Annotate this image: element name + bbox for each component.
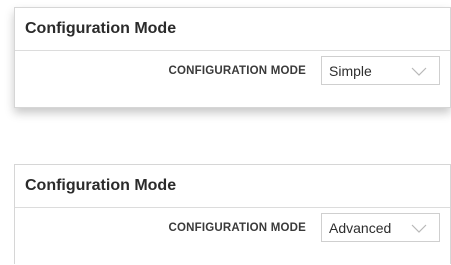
configuration-mode-select[interactable]: Simple [321,56,440,85]
configuration-mode-row: CONFIGURATION MODE Advanced [15,208,450,265]
chevron-down-icon [411,67,427,76]
configuration-mode-label: CONFIGURATION MODE [168,222,306,234]
configuration-mode-panel-simple: Configuration Mode CONFIGURATION MODE Si… [14,7,451,108]
panel-title: Configuration Mode [25,20,177,37]
selected-value: Simple [329,63,372,79]
configuration-mode-select[interactable]: Advanced [321,213,440,242]
panel-header: Configuration Mode [15,165,450,208]
configuration-mode-row: CONFIGURATION MODE Simple [15,51,450,108]
selected-value: Advanced [329,220,392,236]
panel-title: Configuration Mode [25,177,177,194]
chevron-down-icon [411,224,427,233]
configuration-mode-panel-advanced: Configuration Mode CONFIGURATION MODE Ad… [14,164,451,264]
configuration-mode-label: CONFIGURATION MODE [168,65,306,77]
panel-header: Configuration Mode [15,8,450,51]
